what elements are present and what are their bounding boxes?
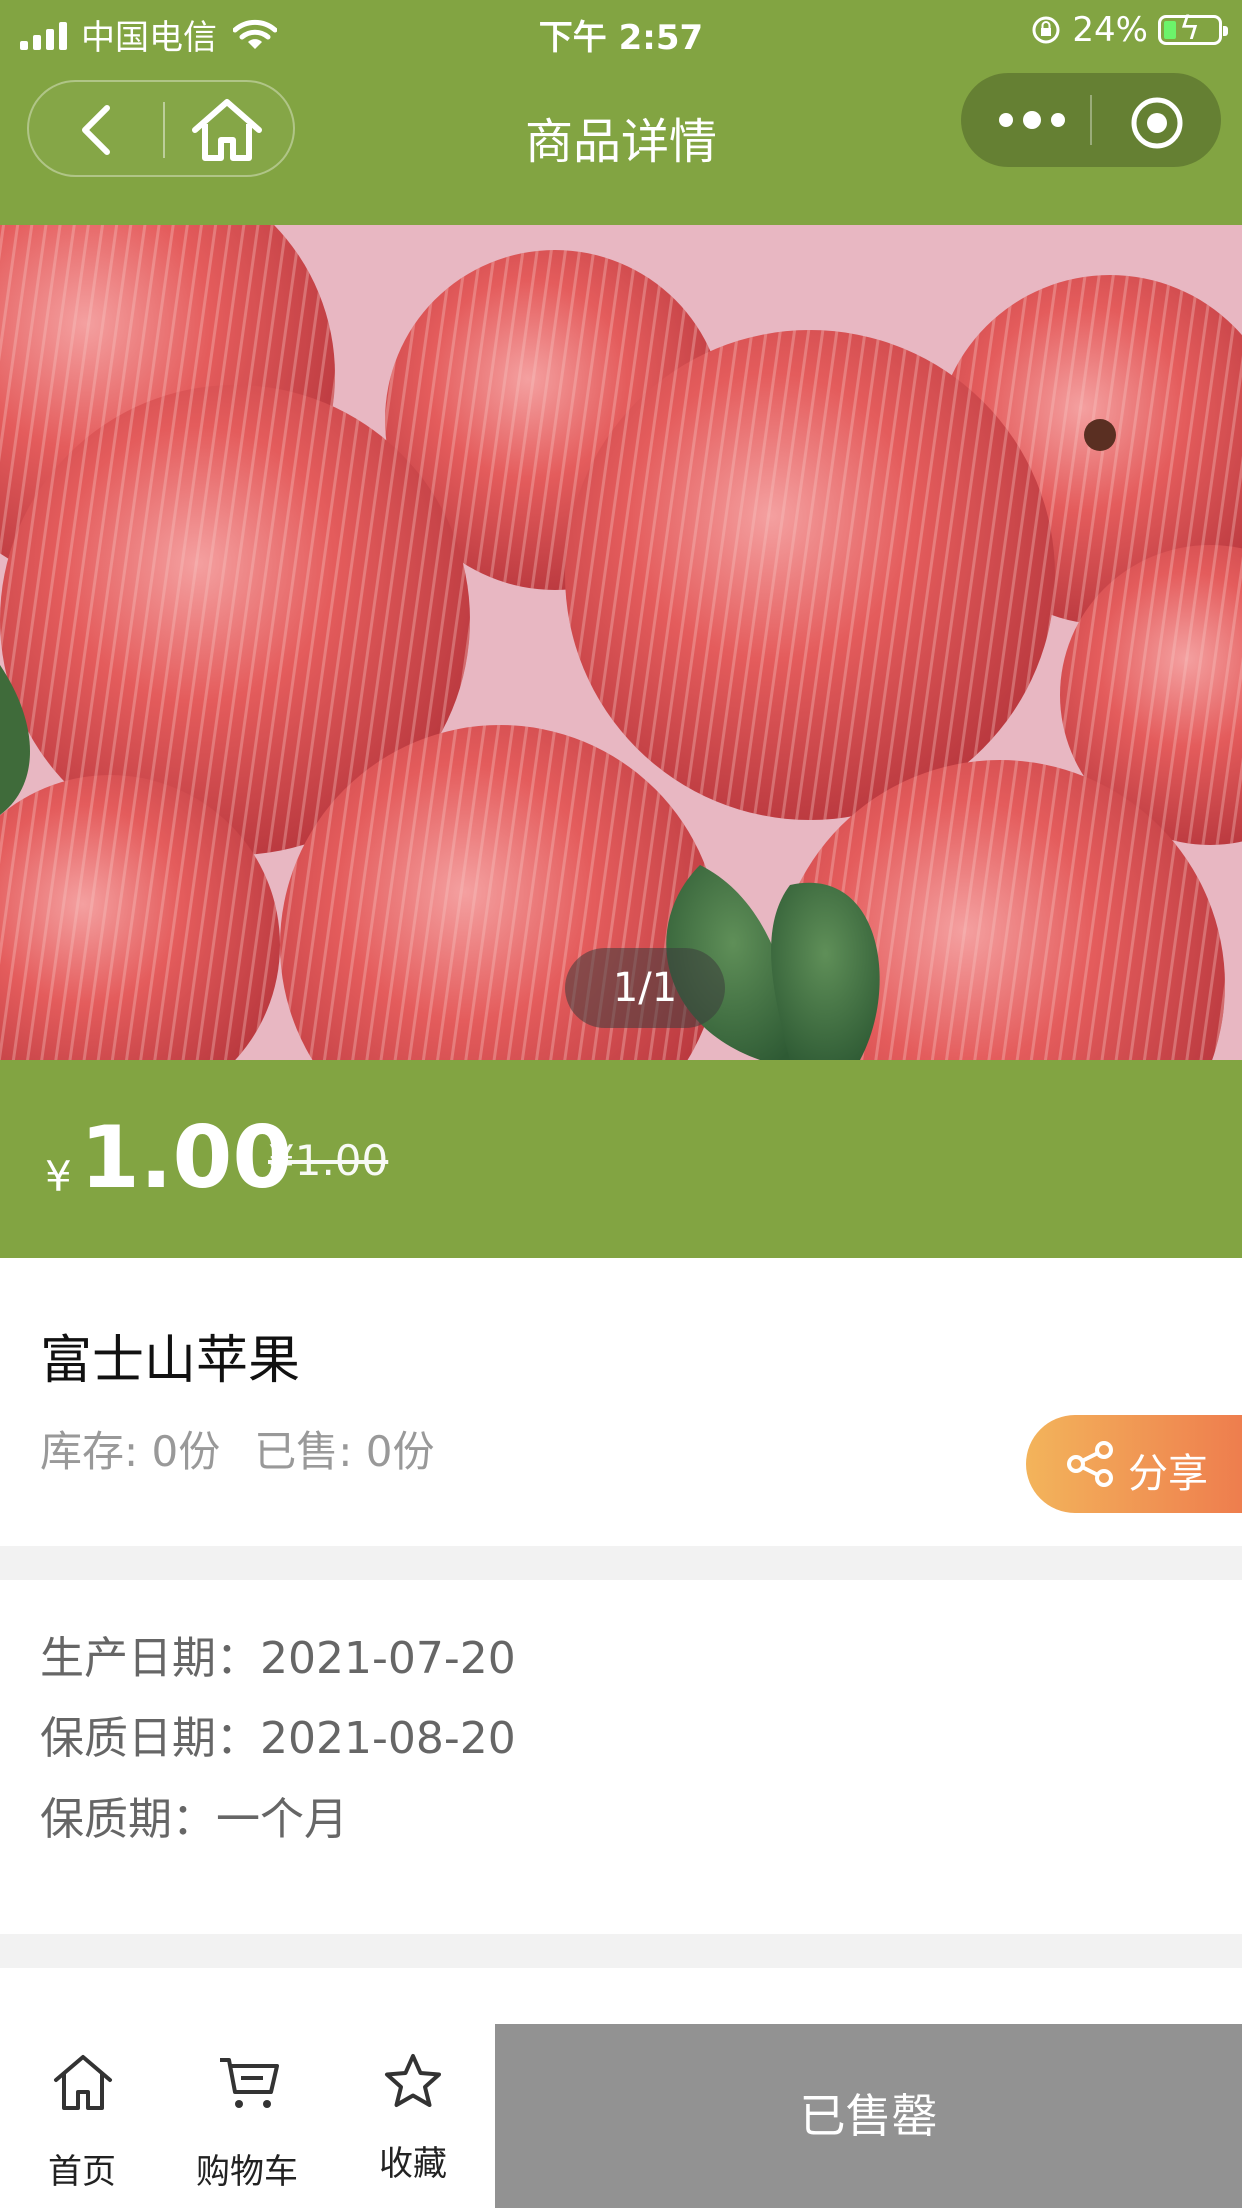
product-name: 富士山苹果 — [40, 1331, 301, 1391]
price-bar: ¥ 1.00 ¥1.00 — [0, 1060, 1242, 1258]
more-icon[interactable] — [997, 103, 1067, 137]
status-bar: 中国电信 下午 2:57 24% ϟ — [0, 0, 1242, 62]
production-date: 生产日期：2021-07-20 — [40, 1633, 516, 1684]
sold-out-button[interactable]: 已售罄 — [495, 2024, 1242, 2208]
image-pager: 1/1 — [565, 948, 725, 1028]
tab-favorite[interactable]: 收藏 — [338, 2024, 488, 2208]
tab-cart[interactable]: 购物车 — [172, 2024, 322, 2208]
product-dates-card: 生产日期：2021-07-20 保质日期：2021-08-20 保质期：一个月 — [0, 1580, 1242, 1934]
close-miniprogram-icon[interactable] — [1129, 95, 1185, 151]
battery-icon: ϟ — [1158, 12, 1228, 45]
stock-info: 库存: 0份 已售: 0份 — [40, 1418, 468, 1479]
sold-count: 已售: 0份 — [254, 1427, 435, 1476]
share-label: 分享 — [1128, 1451, 1208, 1497]
tab-home-label: 首页 — [48, 2152, 116, 2192]
top-bar: 中国电信 下午 2:57 24% ϟ 商品详情 — [0, 0, 1242, 225]
tab-home[interactable]: 首页 — [7, 2024, 157, 2208]
stock-count: 库存: 0份 — [40, 1427, 221, 1476]
currency-symbol: ¥ — [45, 1152, 72, 1201]
expiry-date: 保质日期：2021-08-20 — [40, 1713, 516, 1764]
share-button[interactable]: 分享 — [1026, 1415, 1242, 1513]
tab-cart-label: 购物车 — [196, 2152, 298, 2192]
bottom-tab-bar: 首页 购物车 收藏 — [0, 2024, 495, 2208]
apples-photo — [0, 225, 1242, 1060]
tab-favorite-label: 收藏 — [379, 2144, 447, 2184]
miniprogram-capsule — [961, 73, 1221, 167]
battery-percent: 24% — [1072, 10, 1148, 50]
product-image[interactable] — [0, 225, 1242, 1060]
orientation-lock-icon — [1032, 16, 1060, 44]
current-price: 1.00 — [80, 1108, 293, 1208]
product-info-card: 富士山苹果 库存: 0份 已售: 0份 分享 — [0, 1258, 1242, 1546]
home-icon — [54, 2055, 112, 2110]
cart-icon — [220, 2058, 279, 2108]
original-price: ¥1.00 — [268, 1136, 389, 1185]
star-icon — [385, 2054, 441, 2107]
share-icon — [1067, 1441, 1113, 1487]
shelf-life: 保质期：一个月 — [40, 1794, 348, 1845]
